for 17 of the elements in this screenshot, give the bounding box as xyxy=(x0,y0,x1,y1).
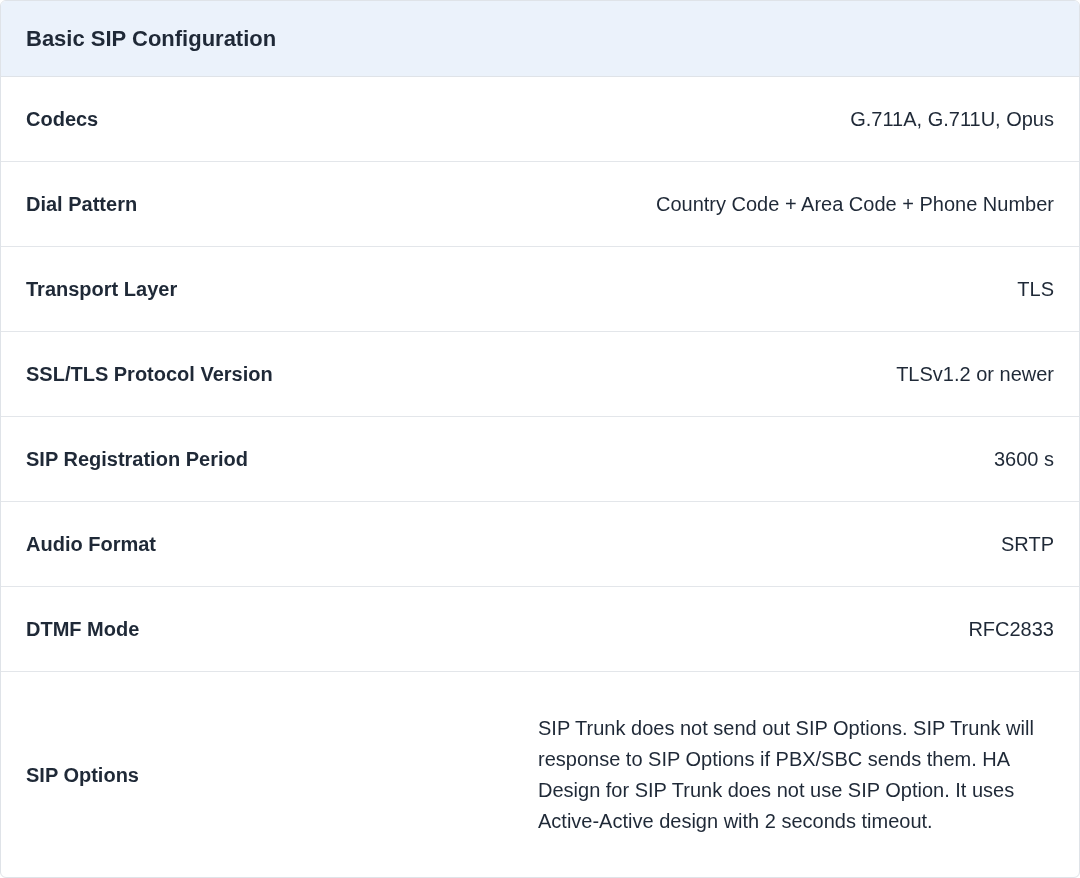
card-title: Basic SIP Configuration xyxy=(26,25,277,53)
setting-value: SRTP xyxy=(1001,532,1054,557)
setting-value: SIP Trunk does not send out SIP Options. SIP Trunk will response to SIP Options if PBX/SBC sends them. HA Design for SIP Trunk does not use SIP Option. It uses Active-Active design with 2 seconds timeout. xyxy=(538,715,1035,834)
setting-label: Transport Layer xyxy=(26,277,178,302)
setting-label: SIP Registration Period xyxy=(26,447,248,472)
setting-label: DTMF Mode xyxy=(26,617,140,642)
setting-label: Codecs xyxy=(26,107,99,132)
setting-label: Audio Format xyxy=(26,532,156,557)
setting-value: RFC2833 xyxy=(968,617,1054,642)
setting-value: Country Code + Area Code + Phone Number xyxy=(655,192,1054,217)
setting-label: Dial Pattern xyxy=(26,192,138,217)
setting-label: SSL/TLS Protocol Version xyxy=(26,362,273,387)
setting-value: 3600 s xyxy=(993,447,1054,472)
setting-value: TLSv1.2 or newer xyxy=(896,362,1054,387)
setting-label: SIP Options xyxy=(26,762,139,788)
setting-value: TLS xyxy=(1017,277,1054,302)
setting-value: G.711A, G.711U, Opus xyxy=(850,107,1054,132)
